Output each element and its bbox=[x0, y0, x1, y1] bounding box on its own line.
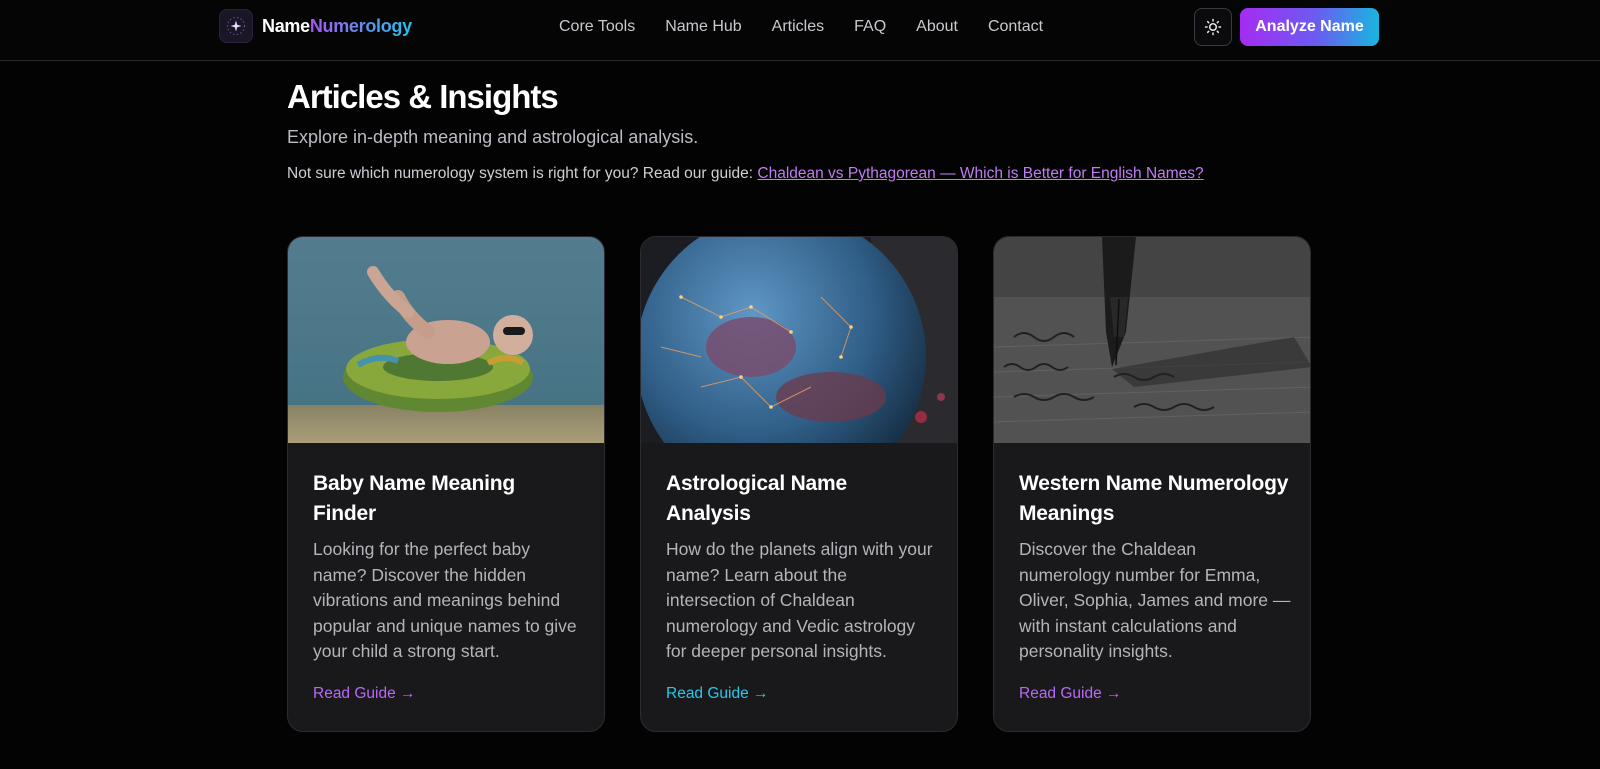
nav-core-tools[interactable]: Core Tools bbox=[559, 18, 635, 36]
analyze-name-button[interactable]: Analyze Name bbox=[1240, 8, 1379, 46]
celestial-globe-image bbox=[641, 237, 957, 443]
sun-icon bbox=[1204, 18, 1222, 36]
page-title: Articles & Insights bbox=[287, 78, 559, 115]
card-description: Discover the Chaldean numerology number … bbox=[1019, 539, 1291, 661]
site-header: NameNumerology Core Tools Name Hub Artic… bbox=[0, 0, 1600, 61]
card-description: How do the planets align with your name?… bbox=[666, 539, 933, 661]
article-card-baby-names[interactable]: Baby Name Meaning Finder Looking for the… bbox=[287, 236, 605, 732]
page-subtitle: Explore in-depth meaning and astrologica… bbox=[287, 127, 699, 147]
main-nav: Core Tools Name Hub Articles FAQ About C… bbox=[559, 18, 1073, 36]
nav-articles[interactable]: Articles bbox=[772, 18, 824, 36]
article-card-western-numerology[interactable]: Western Name Numerology Meanings Discove… bbox=[993, 236, 1311, 732]
card-title: Baby Name Meaning Finder bbox=[313, 472, 515, 525]
nav-contact[interactable]: Contact bbox=[988, 18, 1043, 36]
logo-text: NameNumerology bbox=[262, 16, 412, 37]
nav-name-hub[interactable]: Name Hub bbox=[665, 18, 741, 36]
baby-on-float-image bbox=[288, 237, 604, 443]
logo-text-part2: Numerology bbox=[309, 15, 412, 36]
guide-link[interactable]: Chaldean vs Pythagorean — Which is Bette… bbox=[757, 165, 1203, 182]
logo-text-part1: Name bbox=[262, 15, 310, 36]
card-description: Looking for the perfect baby name? Disco… bbox=[313, 539, 577, 661]
site-logo[interactable]: NameNumerology bbox=[219, 9, 412, 43]
sparkle-icon bbox=[219, 9, 253, 43]
nav-about[interactable]: About bbox=[916, 18, 958, 36]
card-title: Western Name Numerology Meanings bbox=[1019, 472, 1289, 525]
article-card-astrology[interactable]: Astrological Name Analysis How do the pl… bbox=[640, 236, 958, 732]
guide-note: Not sure which numerology system is righ… bbox=[287, 165, 1204, 183]
card-title: Astrological Name Analysis bbox=[666, 472, 847, 525]
theme-toggle-button[interactable] bbox=[1194, 8, 1232, 46]
read-guide-link[interactable]: Read Guide → bbox=[1019, 685, 1122, 703]
read-guide-link[interactable]: Read Guide → bbox=[313, 685, 416, 703]
guide-note-text: Not sure which numerology system is righ… bbox=[287, 165, 758, 182]
nav-faq[interactable]: FAQ bbox=[854, 18, 886, 36]
fountain-pen-writing-image bbox=[994, 237, 1310, 443]
read-guide-link[interactable]: Read Guide → bbox=[666, 685, 769, 703]
